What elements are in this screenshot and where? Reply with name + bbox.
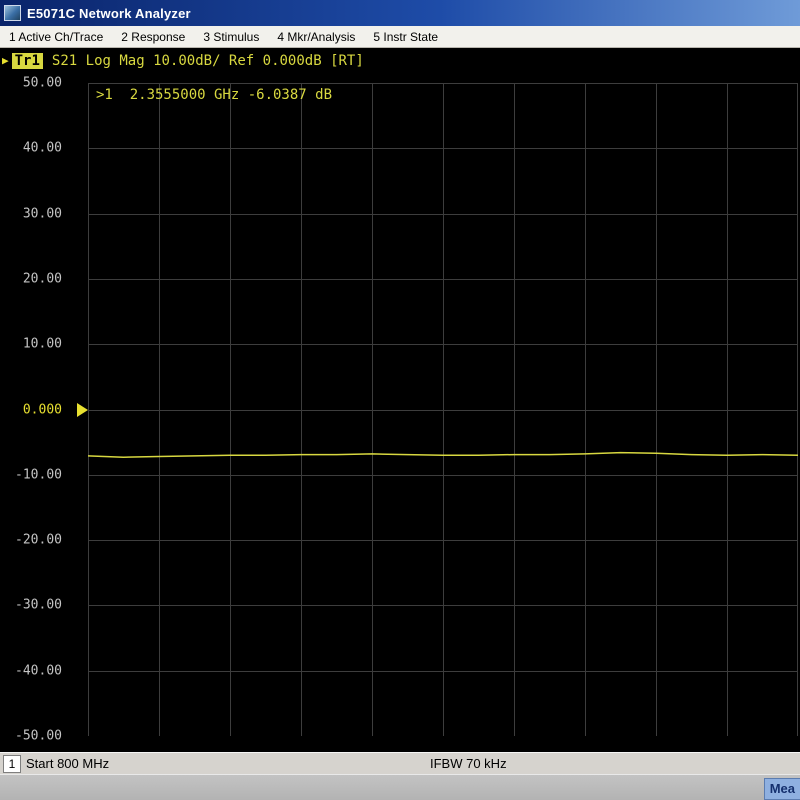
marker-readout: >1 2.3555000 GHz -6.0387 dB: [96, 87, 332, 103]
menu-item-2[interactable]: 2 Response: [119, 29, 187, 45]
meas-button[interactable]: Mea: [764, 778, 800, 800]
plot-grid-and-trace: [88, 83, 798, 736]
y-axis-label: -10.00: [0, 467, 62, 482]
ifbw-label: IFBW 70 kHz: [430, 756, 507, 771]
window-titlebar: E5071C Network Analyzer: [0, 0, 800, 26]
y-axis-label: 0.000: [0, 402, 62, 417]
y-axis-label: -40.00: [0, 663, 62, 678]
channel-number-badge: 1: [3, 755, 21, 773]
trace1-label[interactable]: Tr1: [12, 53, 43, 69]
trace1-settings-text: S21 Log Mag 10.00dB/ Ref 0.000dB [RT]: [52, 53, 364, 69]
y-axis-label: 10.00: [0, 337, 62, 352]
y-axis-label: 20.00: [0, 271, 62, 286]
menu-bar: 1 Active Ch/Trace 2 Response 3 Stimulus 4 M…: [0, 26, 800, 48]
menu-item-1[interactable]: 1 Active Ch/Trace: [7, 29, 105, 45]
y-axis-label: -30.00: [0, 598, 62, 613]
menu-item-3[interactable]: 3 Stimulus: [201, 29, 261, 45]
instrument-status-bar: Mea: [0, 774, 800, 800]
y-axis-label: 30.00: [0, 206, 62, 221]
menu-item-5[interactable]: 5 Instr State: [371, 29, 440, 45]
channel-status-bar: 1 Start 800 MHz IFBW 70 kHz: [0, 752, 800, 774]
y-axis-label: -50.00: [0, 729, 62, 744]
reference-level-marker-icon: [77, 403, 88, 417]
graph-area: 50.00 40.00 30.00 20.00 10.00 0.000 -10.00 -20.…: [0, 73, 800, 752]
app-icon: [4, 5, 21, 21]
y-axis-label: -20.00: [0, 533, 62, 548]
y-axis-label: 50.00: [0, 76, 62, 91]
start-frequency-label: Start 800 MHz: [26, 756, 109, 771]
menu-item-4[interactable]: 4 Mkr/Analysis: [275, 29, 357, 45]
y-axis-label: 40.00: [0, 141, 62, 156]
window-title: E5071C Network Analyzer: [27, 6, 191, 21]
trace-status-bar: ▶ Tr1 S21 Log Mag 10.00dB/ Ref 0.000dB […: [0, 48, 800, 73]
active-trace-arrow-icon: ▶: [2, 54, 9, 67]
